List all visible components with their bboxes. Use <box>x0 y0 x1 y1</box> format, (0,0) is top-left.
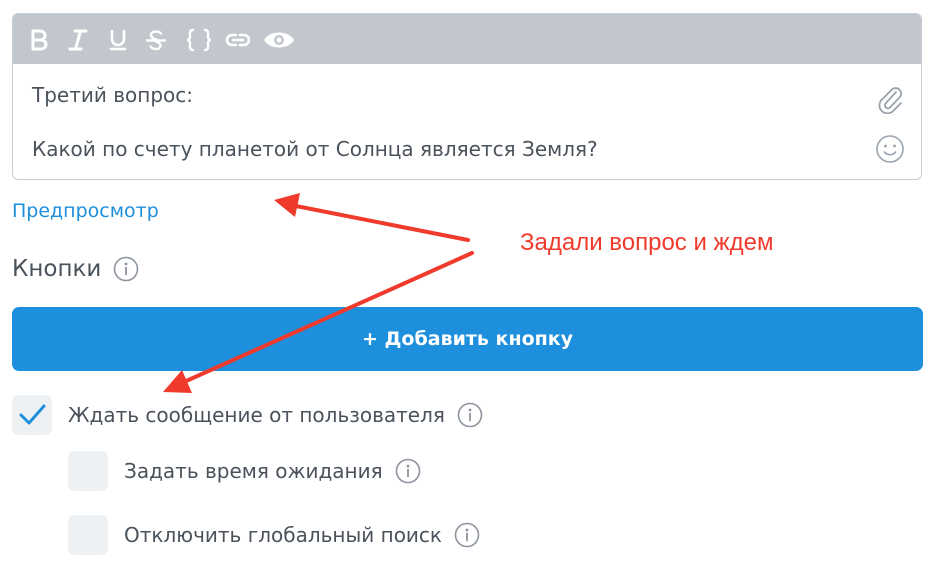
info-icon[interactable] <box>113 256 139 282</box>
paperclip-icon[interactable] <box>875 84 905 114</box>
wait-user-message-checkbox[interactable] <box>12 395 52 435</box>
arrow-to-preview <box>274 193 470 242</box>
info-icon[interactable] <box>395 458 421 484</box>
eye-icon[interactable] <box>263 27 295 53</box>
editor-toolbar <box>13 14 921 64</box>
link-icon[interactable] <box>224 27 252 53</box>
message-editor: Третий вопрос: Какой по счету планетой о… <box>12 13 922 180</box>
buttons-section-title: Кнопки <box>12 256 139 282</box>
code-braces-icon[interactable] <box>184 27 214 53</box>
option-disable-global-search: Отключить глобальный поиск <box>68 515 480 555</box>
smiley-icon[interactable] <box>875 134 905 164</box>
info-icon[interactable] <box>454 522 480 548</box>
checkmark-icon <box>19 404 46 425</box>
disable-global-search-checkbox[interactable] <box>68 515 108 555</box>
set-wait-time-label: Задать время ожидания <box>124 459 383 483</box>
option-set-wait-time: Задать время ожидания <box>68 451 421 491</box>
editor-line-2: Какой по счету планетой от Солнца являет… <box>32 137 598 161</box>
annotation-text: Задали вопрос и ждем <box>520 229 774 256</box>
set-wait-time-checkbox[interactable] <box>68 451 108 491</box>
underline-icon[interactable] <box>107 27 129 53</box>
preview-link[interactable]: Предпросмотр <box>12 200 159 222</box>
editor-text-area[interactable]: Третий вопрос: Какой по счету планетой о… <box>13 64 921 179</box>
wait-user-message-label: Ждать сообщение от пользователя <box>68 403 445 427</box>
add-button[interactable]: + Добавить кнопку <box>12 307 923 371</box>
disable-global-search-label: Отключить глобальный поиск <box>124 523 442 547</box>
option-wait-user-message: Ждать сообщение от пользователя <box>12 395 483 435</box>
info-icon[interactable] <box>457 402 483 428</box>
strikethrough-icon[interactable] <box>145 27 167 53</box>
buttons-section-title-text: Кнопки <box>12 256 102 282</box>
italic-icon[interactable] <box>66 27 90 53</box>
editor-line-1: Третий вопрос: <box>32 83 193 107</box>
bold-icon[interactable] <box>27 27 51 53</box>
